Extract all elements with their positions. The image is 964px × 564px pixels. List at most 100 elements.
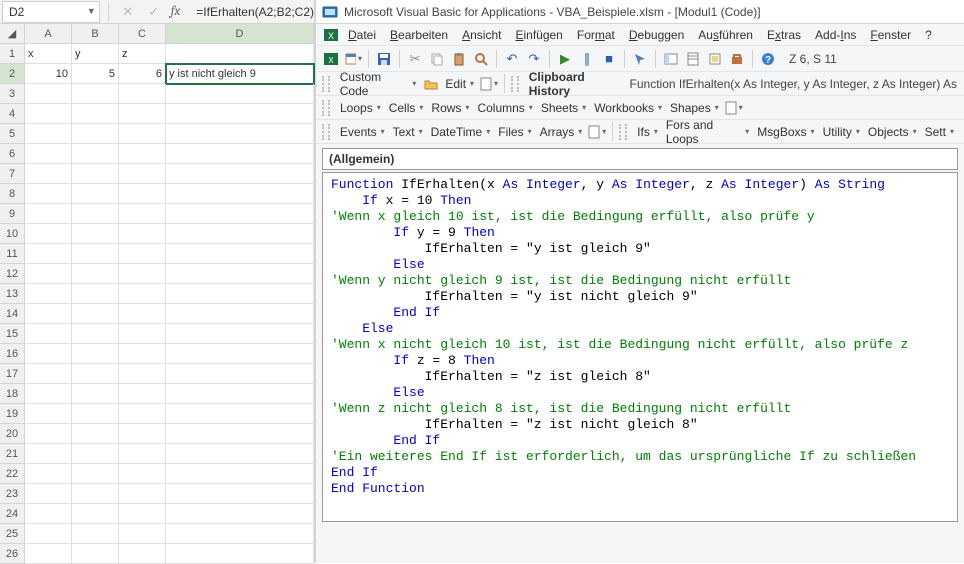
break-icon[interactable]: ∥ [578,50,596,68]
row-header[interactable]: 26 [0,544,25,564]
tb-fors-and-loops[interactable]: Fors and Loops [662,117,753,147]
cell[interactable] [25,104,72,124]
tb-sett[interactable]: Sett [921,117,958,147]
cell[interactable] [166,44,314,64]
cell[interactable] [25,464,72,484]
col-header-a[interactable]: A [25,24,72,44]
cell[interactable] [25,364,72,384]
menu-addins[interactable]: Add-Ins [809,26,862,44]
cell[interactable] [166,144,314,164]
col-header-d[interactable]: D [166,24,314,44]
more-icon[interactable] [725,99,743,117]
code-text[interactable]: Function IfErhalten(x As Integer, y As I… [323,173,957,501]
cell[interactable] [166,164,314,184]
edit-doc-icon[interactable] [480,75,498,93]
cell[interactable] [166,244,314,264]
excel-switch-icon[interactable]: X [322,26,340,44]
col-header-b[interactable]: B [72,24,119,44]
cell[interactable] [166,104,314,124]
tb-text[interactable]: Text [389,124,427,140]
cell[interactable] [72,244,119,264]
tb-events[interactable]: Events [336,124,389,140]
cell[interactable] [166,504,314,524]
cell[interactable] [166,444,314,464]
tb-objects[interactable]: Objects [864,117,921,147]
redo-icon[interactable]: ↷ [525,50,543,68]
cell[interactable] [72,224,119,244]
cancel-icon[interactable]: ✕ [119,3,137,21]
cut-icon[interactable]: ✂ [406,50,424,68]
menu-[interactable]: ? [919,26,938,44]
cell[interactable] [25,484,72,504]
cell[interactable] [25,124,72,144]
object-browser-icon[interactable] [706,50,724,68]
cell[interactable] [72,144,119,164]
cell[interactable] [25,544,72,564]
cell[interactable] [25,284,72,304]
cell[interactable] [166,344,314,364]
cell[interactable] [25,264,72,284]
tb-cells[interactable]: Cells [385,100,428,116]
row-header[interactable]: 10 [0,224,25,244]
row-header[interactable]: 8 [0,184,25,204]
cell[interactable] [72,184,119,204]
folder-icon[interactable] [422,75,439,93]
cell[interactable] [25,344,72,364]
cell[interactable] [119,184,166,204]
tb-shapes[interactable]: Shapes [666,100,723,116]
menu-ausfhren[interactable]: Ausführen [692,26,759,44]
toolbar-grip[interactable] [511,76,519,92]
cell[interactable] [72,524,119,544]
menu-einfgen[interactable]: Einfügen [509,26,568,44]
cell[interactable] [72,204,119,224]
cell[interactable] [119,124,166,144]
cell[interactable] [25,444,72,464]
cell[interactable] [25,184,72,204]
cell[interactable] [119,164,166,184]
formula-bar[interactable]: =IfErhalten(A2;B2;C2) [192,5,314,19]
cell[interactable] [72,504,119,524]
menu-fenster[interactable]: Fenster [864,26,917,44]
cell[interactable] [119,224,166,244]
cell[interactable] [166,364,314,384]
cell[interactable] [25,224,72,244]
tb-msgboxs[interactable]: MsgBoxs [753,117,818,147]
cell[interactable] [119,424,166,444]
cell[interactable]: z [119,44,166,64]
row-header[interactable]: 5 [0,124,25,144]
cell[interactable] [25,424,72,444]
object-dropdown[interactable]: (Allgemein) [322,148,958,170]
cell[interactable] [166,544,314,564]
cell[interactable] [119,84,166,104]
cell[interactable] [119,364,166,384]
cell[interactable] [166,404,314,424]
save-icon[interactable] [375,50,393,68]
cell[interactable] [119,284,166,304]
cell[interactable] [119,404,166,424]
row-header[interactable]: 21 [0,444,25,464]
cell[interactable] [119,344,166,364]
custom-code-menu[interactable]: Custom Code [336,69,421,99]
reset-icon[interactable]: ■ [600,50,618,68]
row-header[interactable]: 1 [0,44,25,64]
toolbar-grip[interactable] [322,76,330,92]
cell[interactable] [72,104,119,124]
cell[interactable] [72,464,119,484]
row-header[interactable]: 22 [0,464,25,484]
run-icon[interactable]: ▶ [556,50,574,68]
cell[interactable] [25,144,72,164]
row-header[interactable]: 23 [0,484,25,504]
tb-datetime[interactable]: DateTime [427,124,495,140]
cell[interactable] [25,164,72,184]
cell[interactable] [72,384,119,404]
row-header[interactable]: 11 [0,244,25,264]
cell[interactable] [25,204,72,224]
cell[interactable] [25,304,72,324]
row-header[interactable]: 2 [0,64,25,84]
tb-utility[interactable]: Utility [819,117,864,147]
cell[interactable] [166,484,314,504]
cell[interactable] [72,164,119,184]
cell[interactable]: y [72,44,119,64]
row-header[interactable]: 6 [0,144,25,164]
cell[interactable] [72,344,119,364]
